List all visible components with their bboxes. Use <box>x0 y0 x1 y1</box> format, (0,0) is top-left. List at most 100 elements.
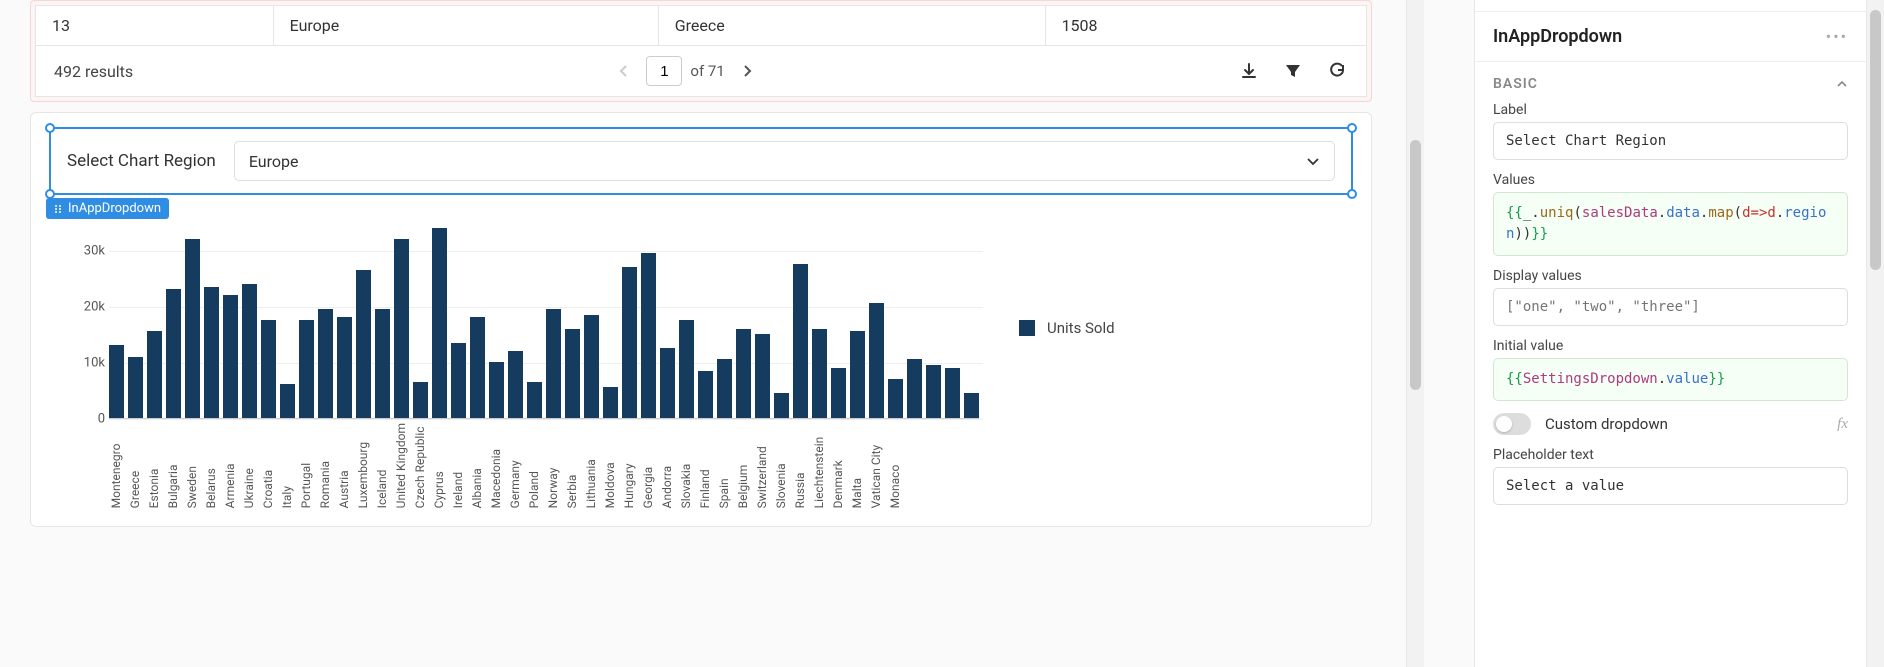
refresh-icon[interactable] <box>1326 60 1348 82</box>
chart-bar[interactable] <box>698 371 713 419</box>
chart-bar[interactable] <box>128 357 143 418</box>
chart-bar[interactable] <box>204 287 219 418</box>
chart-bar[interactable] <box>242 284 257 418</box>
cell-country: Greece <box>658 6 1045 46</box>
chart-bar[interactable] <box>717 359 732 418</box>
chart-bar[interactable] <box>280 384 295 418</box>
resize-handle-br[interactable] <box>1347 189 1357 199</box>
chart-bar[interactable] <box>299 320 314 418</box>
x-axis-label: Spain <box>717 423 732 508</box>
chart-bar[interactable] <box>470 317 485 418</box>
chart-bar[interactable] <box>679 320 694 418</box>
table-row[interactable]: 13 Europe Greece 1508 <box>36 6 1367 46</box>
chart-bar[interactable] <box>166 289 181 418</box>
chart-bar[interactable] <box>831 368 846 418</box>
chart-bar[interactable] <box>185 239 200 418</box>
chart-bar[interactable] <box>736 329 751 418</box>
next-page-button[interactable] <box>733 57 761 85</box>
dropdown-value: Europe <box>249 152 299 171</box>
chart-bar[interactable] <box>356 270 371 418</box>
chart-bar[interactable] <box>432 228 447 418</box>
chart-bar[interactable] <box>850 331 865 418</box>
chart-bar[interactable] <box>546 309 561 418</box>
chart-bar[interactable] <box>223 295 238 418</box>
resize-handle-tl[interactable] <box>45 123 55 133</box>
component-name-label: InAppDropdown <box>68 201 161 216</box>
chart-card: Select Chart Region Europe InAppDropdown <box>30 112 1372 527</box>
chart-bar[interactable] <box>489 362 504 418</box>
initial-value-input[interactable]: {{SettingsDropdown.value}} <box>1493 358 1848 401</box>
chart-bar[interactable] <box>584 315 599 418</box>
chart-bar[interactable] <box>413 382 428 418</box>
chart-bar[interactable] <box>147 331 162 418</box>
x-axis-label: Poland <box>527 423 542 508</box>
field-values-group: Values {{_.uniq(salesData.data.map(d=>d.… <box>1493 172 1848 256</box>
page-number-input[interactable] <box>646 56 682 86</box>
custom-dropdown-toggle[interactable] <box>1493 413 1531 435</box>
x-axis-label: Croatia <box>261 423 276 508</box>
placeholder-field-input[interactable] <box>1493 467 1848 505</box>
chart-bar[interactable] <box>660 348 675 418</box>
chart-bar[interactable] <box>337 317 352 418</box>
chart-bar[interactable] <box>318 309 333 418</box>
placeholder-field-label: Placeholder text <box>1493 447 1848 463</box>
chart-bar[interactable] <box>109 345 124 418</box>
x-axis-label: Malta <box>850 423 865 508</box>
x-axis-label: Albania <box>470 423 485 508</box>
chart-bar[interactable] <box>394 239 409 418</box>
scroll-thumb[interactable] <box>1410 140 1421 390</box>
x-axis-label <box>926 423 941 508</box>
chart-bar[interactable] <box>261 320 276 418</box>
x-axis-label: Cyprus <box>432 423 447 508</box>
chart-bar[interactable] <box>926 365 941 418</box>
prev-page-button[interactable] <box>610 57 638 85</box>
chart-bar[interactable] <box>565 329 580 418</box>
main-scrollbar[interactable] <box>1406 0 1424 667</box>
chart-bar[interactable] <box>508 351 523 418</box>
component-name-tag[interactable]: InAppDropdown <box>46 198 169 219</box>
scroll-thumb[interactable] <box>1870 10 1881 270</box>
legend-label: Units Sold <box>1047 319 1115 337</box>
inspector-scrollbar[interactable] <box>1866 0 1884 667</box>
resize-handle-tr[interactable] <box>1347 123 1357 133</box>
data-table: 13 Europe Greece 1508 <box>35 5 1367 46</box>
chart-bar[interactable] <box>793 264 808 418</box>
cell-region: Europe <box>273 6 658 46</box>
x-axis-label: Georgia <box>641 423 656 508</box>
region-dropdown[interactable]: Europe <box>234 141 1335 181</box>
table-footer: 492 results of 71 <box>35 46 1367 97</box>
chart-bar[interactable] <box>812 329 827 418</box>
x-axis-label: Russia <box>793 423 808 508</box>
x-axis-label: Belarus <box>204 423 219 508</box>
chart-bar[interactable] <box>869 303 884 418</box>
chart-bar[interactable] <box>603 387 618 418</box>
selected-component-frame[interactable]: Select Chart Region Europe InAppDropdown <box>49 127 1353 195</box>
x-axis-label: Czech Republic <box>413 423 428 508</box>
chart-bar[interactable] <box>641 253 656 418</box>
y-axis-tick: 10k <box>84 356 105 371</box>
download-icon[interactable] <box>1238 60 1260 82</box>
x-axis-label: Vatican City <box>869 423 884 508</box>
more-options-icon[interactable]: ••• <box>1826 27 1848 46</box>
label-field-input[interactable] <box>1493 122 1848 160</box>
chart-bar[interactable] <box>888 379 903 418</box>
chart-bar[interactable] <box>964 393 979 418</box>
chart-bar[interactable] <box>527 382 542 418</box>
chart-bar[interactable] <box>755 334 770 418</box>
x-axis-label: Bulgaria <box>166 423 181 508</box>
values-field-input[interactable]: {{_.uniq(salesData.data.map(d=>d.region)… <box>1493 192 1848 256</box>
chart-bar[interactable] <box>774 393 789 418</box>
display-values-input[interactable] <box>1493 288 1848 326</box>
chart-bar[interactable] <box>375 309 390 418</box>
fx-button[interactable]: fx <box>1837 416 1848 433</box>
chart-bar[interactable] <box>622 267 637 418</box>
chart-bar[interactable] <box>451 343 466 418</box>
section-basic-header[interactable]: BASIC <box>1475 62 1866 98</box>
chart-bar[interactable] <box>907 359 922 418</box>
chevron-down-icon <box>1306 152 1320 171</box>
filter-icon[interactable] <box>1282 60 1304 82</box>
chart-bar[interactable] <box>945 368 960 418</box>
x-axis-label: Greece <box>128 423 143 508</box>
x-axis-label: Montenegro <box>109 423 124 508</box>
field-label-group: Label <box>1493 102 1848 160</box>
